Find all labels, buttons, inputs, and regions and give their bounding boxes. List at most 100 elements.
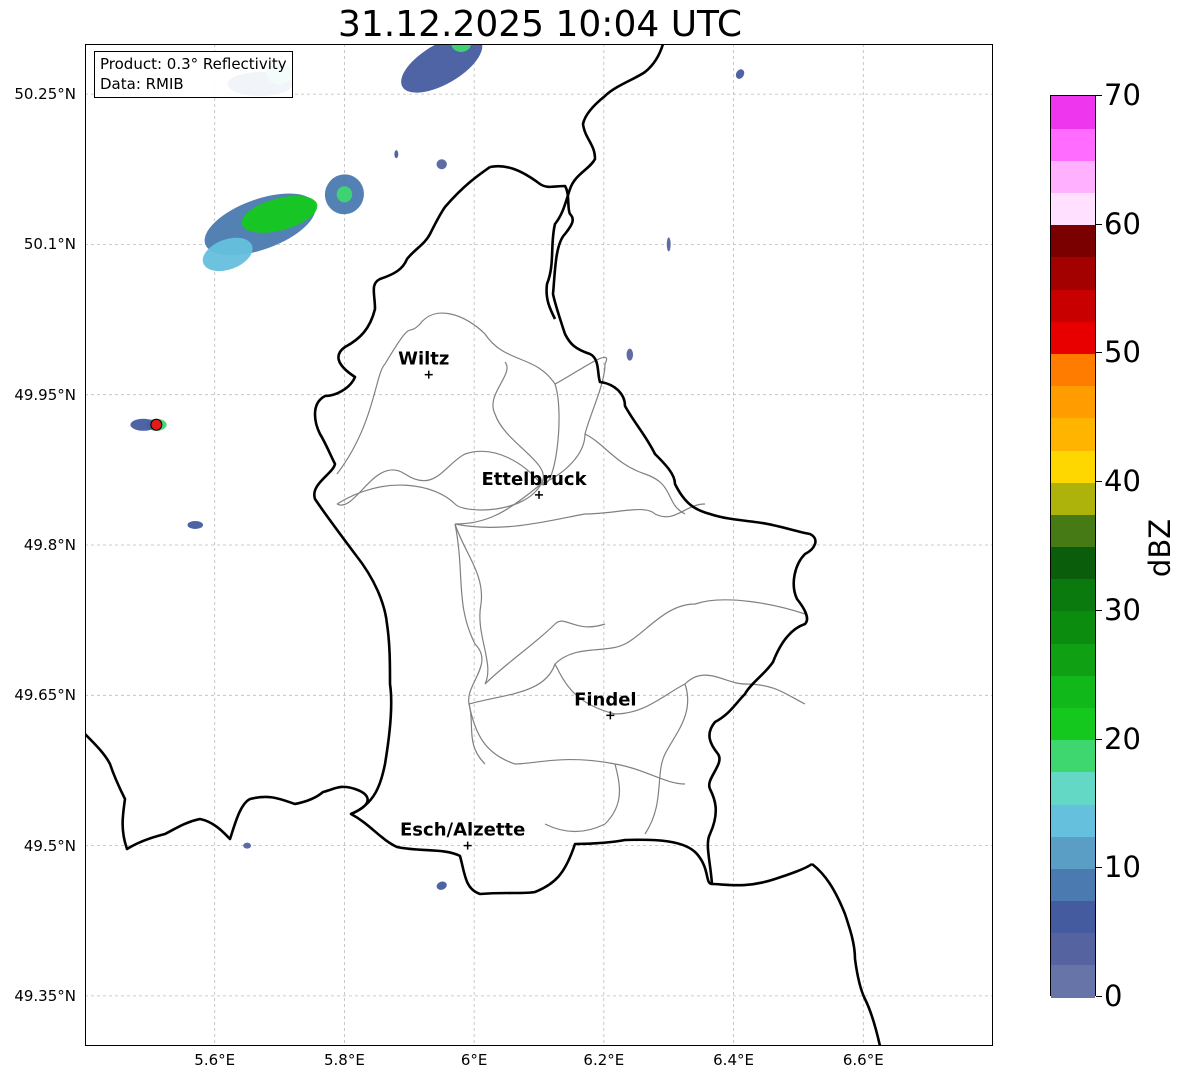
reflectivity-echo <box>436 881 447 890</box>
city-marker: Esch/Alzette <box>400 820 525 850</box>
colorbar-tick <box>1096 352 1102 354</box>
colorbar-segment <box>1051 160 1095 194</box>
colorbar-segment <box>1051 900 1095 934</box>
colorbar-tick <box>1096 609 1102 611</box>
radar-map[interactable]: Wiltz Ettelbruck Findel Esch/Alzette <box>85 44 993 1046</box>
colorbar-segment <box>1051 739 1095 773</box>
colorbar-tick-label: 0 <box>1104 979 1123 1013</box>
canton-boundary <box>684 674 806 705</box>
colorbar-segment <box>1051 128 1095 161</box>
reflectivity-echo <box>187 520 204 529</box>
lat-tick-label: 50.25°N <box>14 85 76 104</box>
city-label: Findel <box>574 689 637 710</box>
colorbar-segment <box>1051 932 1095 966</box>
lon-tick-label: 6.6°E <box>842 1051 884 1069</box>
lon-tick-label: 5.6°E <box>194 1051 236 1069</box>
canton-boundary <box>544 763 621 833</box>
canton-boundary <box>584 433 686 515</box>
colorbar-tick-label: 60 <box>1104 206 1141 241</box>
reflectivity-echo <box>394 150 399 159</box>
lat-tick-label: 49.95°N <box>14 385 76 404</box>
colorbar-segment <box>1051 514 1095 548</box>
data-source-label: Data: RMIB <box>100 75 184 93</box>
colorbar-tick <box>1096 867 1102 869</box>
reflectivity-echo <box>401 44 483 93</box>
colorbar-tick <box>1096 95 1102 96</box>
canton-boundary <box>540 356 608 485</box>
city-markers: Wiltz Ettelbruck Findel Esch/Alzette <box>398 349 637 850</box>
canton-boundary <box>468 703 686 785</box>
colorbar-tick-label: 20 <box>1104 721 1141 756</box>
luxembourg-border <box>313 165 813 896</box>
lat-tick-label: 49.5°N <box>23 836 76 855</box>
lat-tick-label: 50.1°N <box>23 235 76 254</box>
canton-boundary <box>454 483 542 685</box>
colorbar-tick <box>1096 996 1102 997</box>
canton-boundary <box>454 523 486 765</box>
radar-site-marker <box>150 418 163 431</box>
colorbar-segment <box>1051 836 1095 869</box>
germany-france-border <box>811 862 882 1046</box>
lon-tick-label: 6.4°E <box>713 1051 754 1069</box>
city-label: Ettelbruck <box>481 469 587 490</box>
france-border <box>85 733 369 851</box>
lon-tick-label: 5.8°E <box>324 1051 365 1069</box>
lon-tick-label: 6.2°E <box>583 1051 625 1069</box>
reflectivity-echoes <box>130 44 745 890</box>
map-panel[interactable]: Wiltz Ettelbruck Findel Esch/Alzette <box>85 44 993 1046</box>
colorbar-segment <box>1051 675 1095 708</box>
colorbar-segment <box>1051 417 1095 451</box>
canton-boundaries <box>336 312 806 835</box>
reflectivity-echo <box>436 159 447 170</box>
colorbar-segment <box>1051 868 1095 902</box>
colorbar-segment <box>1051 707 1095 741</box>
canton-boundary <box>644 683 689 835</box>
colorbar-segment <box>1051 803 1095 837</box>
city-label: Esch/Alzette <box>400 820 525 841</box>
colorbar-tick-label: 30 <box>1104 592 1141 627</box>
colorbar-segment <box>1051 546 1095 580</box>
map-frame <box>85 44 993 1046</box>
colorbar-segment <box>1051 321 1095 355</box>
colorbar-segment <box>1051 643 1095 676</box>
product-label: Product: 0.3° Reflectivity <box>100 55 287 73</box>
colorbar-segment <box>1051 353 1095 387</box>
radar-site <box>150 418 163 431</box>
colorbar-segment <box>1051 224 1095 258</box>
lat-tick-label: 49.35°N <box>14 986 76 1005</box>
colorbar-tick <box>1096 223 1102 225</box>
colorbar-tick-label: 40 <box>1104 464 1141 499</box>
colorbar <box>1050 95 1096 998</box>
colorbar-tick <box>1096 481 1102 483</box>
canton-boundary <box>454 503 706 528</box>
city-marker: Ettelbruck <box>481 469 588 499</box>
colorbar-segment <box>1051 289 1095 322</box>
colorbar-label: dBZ <box>1143 518 1177 578</box>
colorbar-segment <box>1051 482 1095 515</box>
canton-boundary <box>492 361 544 485</box>
colorbar-segment <box>1051 96 1095 129</box>
graticule <box>85 44 993 1046</box>
colorbar-segment <box>1051 385 1095 419</box>
colorbar-segment <box>1051 771 1095 805</box>
lon-tick-label: 6°E <box>460 1051 488 1069</box>
product-info-box: Product: 0.3° Reflectivity Data: RMIB <box>94 51 293 98</box>
city-label: Wiltz <box>398 349 449 370</box>
lat-tick-label: 49.8°N <box>23 536 76 554</box>
reflectivity-echo <box>336 186 353 203</box>
canton-boundary <box>468 599 806 705</box>
map-title: 31.12.2025 10:04 UTC <box>337 4 743 45</box>
reflectivity-echo <box>735 69 745 79</box>
colorbar-tick-label: 70 <box>1104 78 1141 112</box>
colorbar-tick-label: 50 <box>1104 335 1141 370</box>
colorbar-segment <box>1051 449 1095 483</box>
colorbar-segment <box>1051 256 1095 290</box>
colorbar-segment <box>1051 610 1095 644</box>
reflectivity-echo <box>243 842 252 849</box>
city-marker: Findel <box>574 689 637 720</box>
luxembourg-border <box>489 164 817 885</box>
colorbar-segment <box>1051 578 1095 612</box>
colorbar-segment <box>1051 192 1095 226</box>
lat-tick-label: 49.65°N <box>14 686 76 705</box>
city-marker: Wiltz <box>398 349 449 379</box>
